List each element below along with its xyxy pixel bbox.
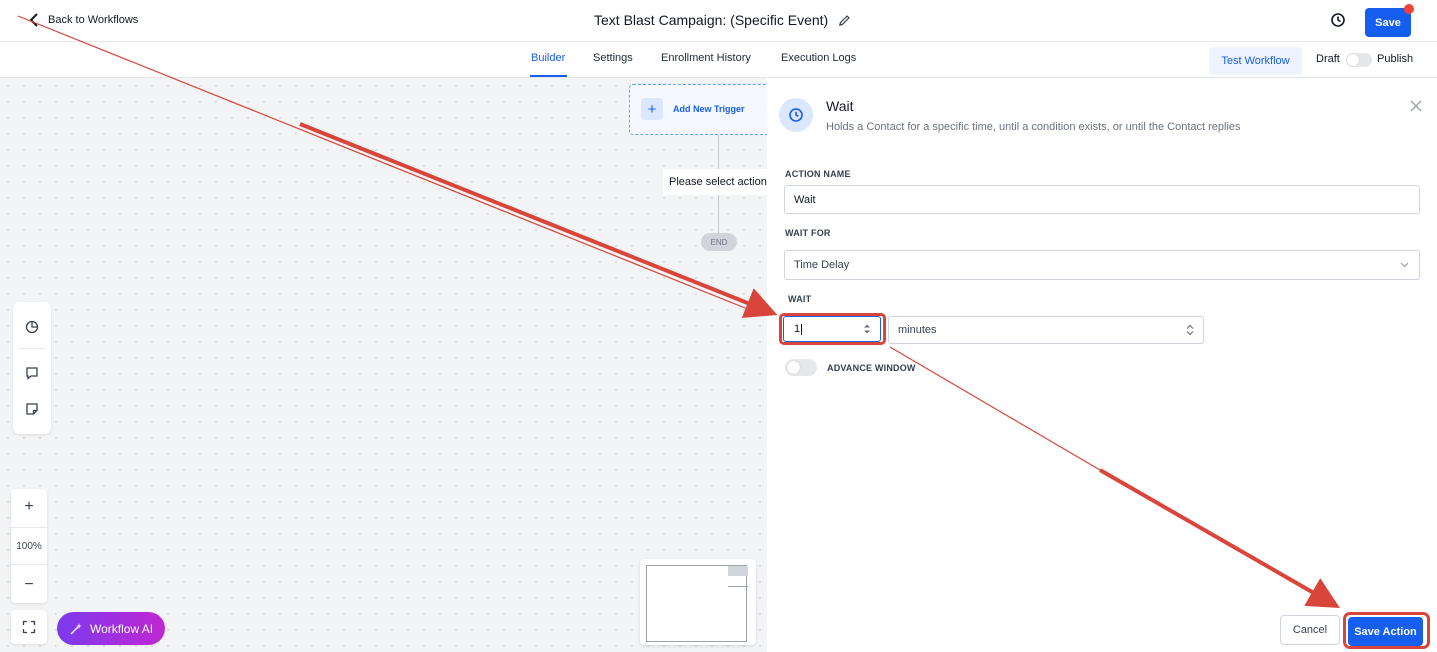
history-icon[interactable] xyxy=(1330,12,1346,28)
tab-builder[interactable]: Builder xyxy=(531,52,565,64)
chevron-up-down-icon xyxy=(1186,324,1194,336)
cancel-button[interactable]: Cancel xyxy=(1280,615,1340,645)
minimap-viewport xyxy=(646,565,748,642)
clock-icon xyxy=(779,98,813,132)
chevron-down-icon xyxy=(1400,262,1409,268)
wait-for-select[interactable]: Time Delay xyxy=(784,250,1420,280)
back-to-workflows-link[interactable]: Back to Workflows xyxy=(28,12,138,28)
add-trigger-node[interactable]: + Add New Trigger xyxy=(629,84,779,135)
add-trigger-label: Add New Trigger xyxy=(673,104,745,114)
active-tab-indicator xyxy=(530,75,567,77)
tab-settings[interactable]: Settings xyxy=(593,52,633,64)
plus-icon: + xyxy=(641,98,663,120)
fit-view-button[interactable] xyxy=(11,610,47,644)
sparkle-wand-icon xyxy=(70,622,82,634)
zoom-controls: + 100% − xyxy=(11,489,47,603)
select-action-node[interactable]: Please select action xyxy=(663,169,783,195)
panel-description: Holds a Contact for a specific time, unt… xyxy=(826,121,1241,133)
minimap-node xyxy=(728,586,748,587)
canvas-toolbox xyxy=(13,302,51,434)
toolbox-divider xyxy=(19,348,45,349)
tab-enrollment-history[interactable]: Enrollment History xyxy=(661,52,751,64)
sticky-note-icon[interactable] xyxy=(25,402,39,416)
draft-label: Draft xyxy=(1316,53,1340,65)
end-node: END xyxy=(701,233,737,251)
action-name-label: ACTION NAME xyxy=(785,169,851,179)
workflow-ai-button[interactable]: Workflow AI xyxy=(57,612,165,645)
pie-chart-icon[interactable] xyxy=(25,320,39,334)
save-button[interactable]: Save xyxy=(1365,8,1411,37)
tab-execution-logs[interactable]: Execution Logs xyxy=(781,52,856,64)
chevron-left-icon xyxy=(29,13,38,27)
unsaved-indicator xyxy=(1404,4,1414,14)
back-label: Back to Workflows xyxy=(48,14,139,26)
advance-window-label: ADVANCE WINDOW xyxy=(827,363,916,373)
action-name-input[interactable]: Wait xyxy=(784,185,1420,214)
wait-action-panel: Wait Holds a Contact for a specific time… xyxy=(767,78,1437,652)
advance-window-toggle[interactable] xyxy=(785,359,817,376)
minimap-node xyxy=(728,566,748,576)
wait-unit-value: minutes xyxy=(898,324,937,336)
tab-bar: Builder Settings Enrollment History Exec… xyxy=(0,42,1437,78)
workflow-canvas[interactable]: + Add New Trigger Please select action E… xyxy=(0,78,783,652)
workflow-title-group: Text Blast Campaign: (Specific Event) xyxy=(594,12,851,28)
publish-toggle[interactable] xyxy=(1346,53,1372,67)
wait-unit-select[interactable]: minutes xyxy=(888,316,1204,344)
connector-line xyxy=(718,195,719,233)
publish-label: Publish xyxy=(1377,53,1414,65)
edit-pencil-icon[interactable] xyxy=(838,14,851,27)
test-workflow-button[interactable]: Test Workflow xyxy=(1209,47,1302,75)
wait-label: WAIT xyxy=(788,294,812,304)
close-icon[interactable] xyxy=(1410,100,1422,112)
expand-icon xyxy=(22,620,36,634)
panel-title: Wait xyxy=(826,98,854,114)
minimap[interactable] xyxy=(640,559,756,645)
annotation-highlight-save-action xyxy=(1343,612,1430,649)
zoom-level: 100% xyxy=(11,527,47,565)
zoom-out-button[interactable]: − xyxy=(11,567,47,603)
workflow-title: Text Blast Campaign: (Specific Event) xyxy=(594,12,829,28)
comment-icon[interactable] xyxy=(25,366,39,380)
top-bar: Back to Workflows Text Blast Campaign: (… xyxy=(0,0,1437,42)
workflow-ai-label: Workflow AI xyxy=(90,621,154,636)
connector-line xyxy=(718,135,719,169)
wait-for-value: Time Delay xyxy=(794,259,850,271)
wait-for-label: WAIT FOR xyxy=(785,228,831,238)
zoom-in-button[interactable]: + xyxy=(11,489,47,525)
annotation-highlight-wait-input xyxy=(779,313,886,345)
